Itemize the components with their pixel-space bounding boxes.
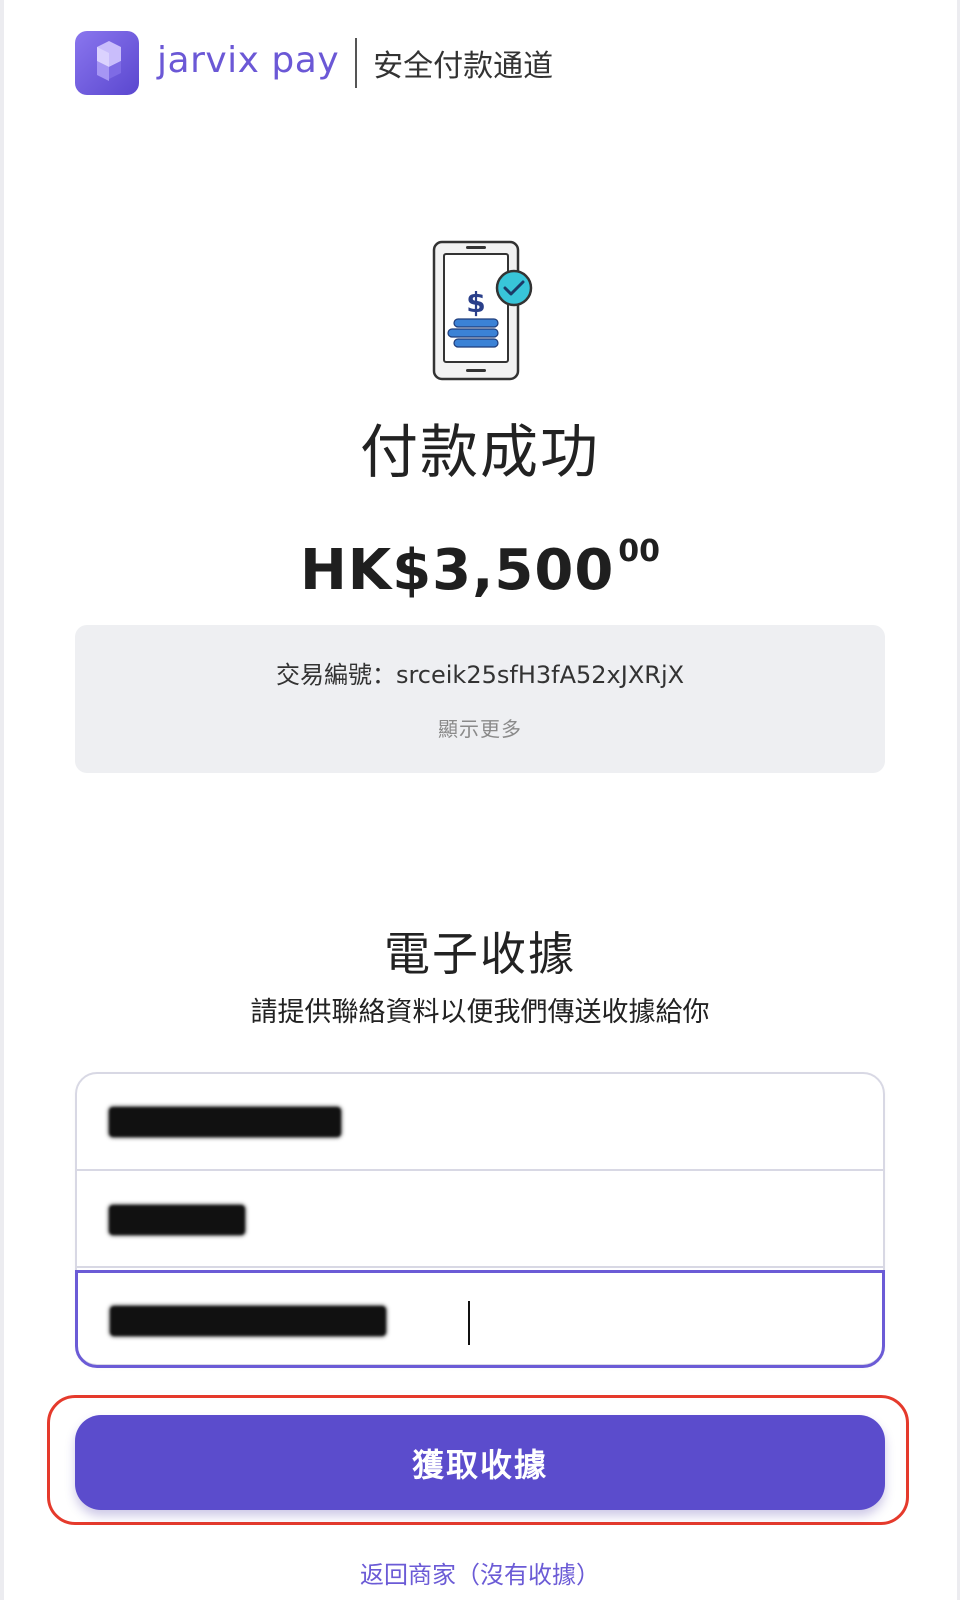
- redaction-mark: [109, 1205, 245, 1235]
- get-receipt-button[interactable]: 獲取收據: [75, 1415, 885, 1510]
- jarvix-logo-icon: [75, 30, 139, 95]
- header-divider: [355, 37, 358, 88]
- payment-amount: HK$3,500 00: [0, 534, 960, 603]
- redaction-mark: [109, 1107, 341, 1137]
- header: jarvix pay 安全付款通道: [75, 30, 553, 95]
- transaction-label: 交易編號：: [275, 661, 396, 689]
- brand-name: jarvix pay: [157, 39, 340, 81]
- amount-cents: 00: [618, 534, 661, 569]
- amount-main: HK$3,500: [299, 538, 615, 603]
- contact-field-2[interactable]: [77, 1171, 883, 1268]
- payment-success-title: 付款成功: [359, 418, 600, 486]
- secure-channel-label: 安全付款通道: [373, 48, 554, 84]
- phone-payment-success-icon: $: [432, 240, 542, 385]
- receipt-subtitle: 請提供聯絡資料以便我們傳送收據給你: [250, 997, 710, 1028]
- transaction-id: srceik25sfH3fA52xJXRjX: [395, 661, 685, 689]
- show-more-link[interactable]: 顯示更多: [75, 713, 885, 742]
- contact-field-3[interactable]: [75, 1270, 885, 1368]
- page-left-edge: [0, 0, 4, 1600]
- receipt-title: 電子收據: [384, 927, 576, 981]
- redaction-mark: [110, 1306, 386, 1336]
- back-to-merchant-link[interactable]: 返回商家（沒有收據）: [0, 1555, 960, 1590]
- contact-field-1[interactable]: [77, 1074, 883, 1171]
- text-caret: [468, 1301, 470, 1345]
- svg-text:$: $: [466, 286, 485, 319]
- transaction-card: 交易編號：srceik25sfH3fA52xJXRjX 顯示更多: [75, 625, 885, 773]
- contact-form: [75, 1072, 885, 1368]
- transaction-line: 交易編號：srceik25sfH3fA52xJXRjX: [75, 655, 885, 690]
